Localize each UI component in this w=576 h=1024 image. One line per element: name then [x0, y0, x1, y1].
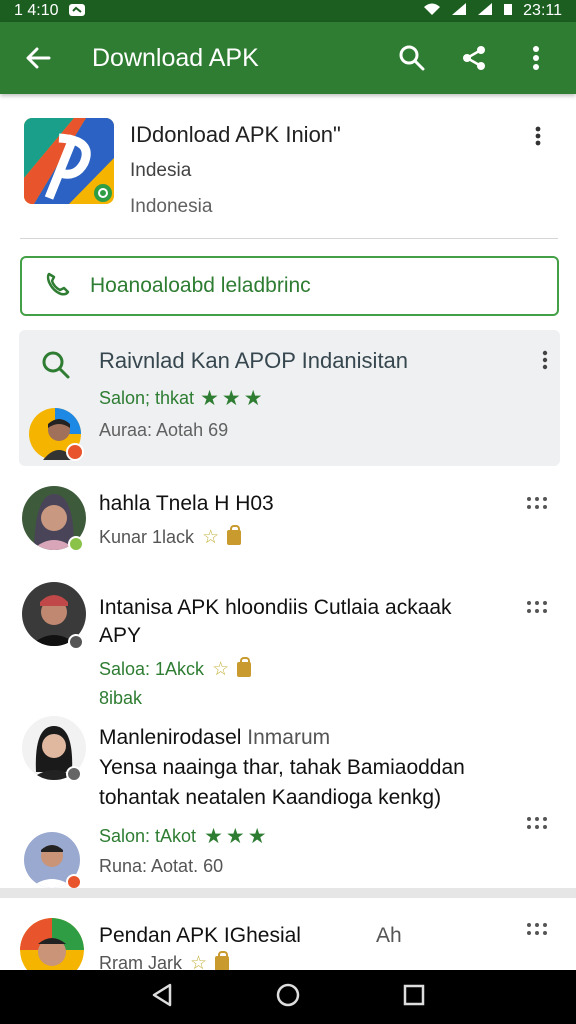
wifi-icon [423, 2, 441, 21]
list-item[interactable]: hahla Tnela H H03 Kunar 1lack ☆ [0, 484, 576, 570]
grid-dots-icon[interactable] [526, 496, 548, 510]
avatar [20, 918, 84, 970]
search-icon [41, 350, 71, 385]
list-item[interactable]: Pendan APK IGhesial Ah Rram Jark ☆ [0, 912, 576, 970]
page-title: Download APK [92, 43, 259, 72]
list-item-rating-label: Saloa: 1Akck [99, 659, 205, 679]
featured-rating: Salon; thkat ★★★ [99, 386, 266, 411]
bag-icon [227, 525, 242, 545]
list-item-title-suffix: Inmarum [247, 726, 331, 749]
grid-dots-icon[interactable] [526, 600, 548, 614]
list-item-title-line2: APY [99, 624, 142, 647]
share-icon[interactable] [450, 34, 498, 82]
list-item-rating: Salon: tAkot ★★★ [99, 824, 270, 849]
nav-back-icon[interactable] [151, 983, 173, 1012]
list-item-meta-text: Rram Jark [99, 953, 183, 970]
search-icon[interactable] [388, 34, 436, 82]
app-subtitle: Indesia [130, 160, 192, 181]
status-bar: 1 4:10 23:11 [0, 0, 576, 22]
system-nav-bar [0, 970, 576, 1024]
signal-icon-2 [477, 2, 493, 21]
avatar [29, 408, 85, 469]
featured-stars: ★★★ [200, 387, 266, 410]
nav-recents-icon[interactable] [403, 984, 425, 1011]
list-item-title: hahla Tnela H H03 [99, 492, 274, 515]
signal-icon [451, 2, 467, 21]
list-item[interactable]: Intanisa APK hloondiis Cutlaia ackaak AP… [0, 578, 576, 708]
search-value: Hoanoaloabd leladbrinc [90, 274, 311, 297]
search-input[interactable]: Hoanoaloabd leladbrinc [20, 256, 559, 316]
status-badge [68, 634, 84, 650]
list-item-desc-1: Yensa naainga thar, tahak Bamiaoddan [99, 756, 465, 779]
list-item-meta: Kunar 1lack ☆ [99, 525, 242, 549]
list-item-meta: Rram Jark ☆ [99, 951, 230, 970]
featured-rating-label: Salon; thkat [99, 388, 195, 408]
list-item[interactable]: Manlenirodasel Inmarum Yensa naainga tha… [0, 710, 576, 890]
star-icon: ☆ [202, 527, 220, 548]
featured-title: Raivnlad Kan APOP Indanisitan [99, 348, 409, 373]
divider [20, 238, 558, 239]
grid-dots-icon[interactable] [526, 816, 548, 830]
status-badge [66, 766, 82, 782]
app-region: Indonesia [130, 196, 213, 217]
bag-icon [215, 951, 230, 970]
star-icon: ☆ [190, 953, 208, 970]
list-item-side-text: Ah [376, 924, 402, 947]
list-item-author: Runa: Aotat. 60 [99, 856, 224, 876]
more-vert-icon[interactable] [512, 34, 560, 82]
list-item-title: Intanisa APK hloondiis Cutlaia ackaak [99, 596, 452, 619]
bag-icon [237, 657, 252, 677]
phone-icon [44, 270, 72, 303]
status-badge [68, 536, 84, 552]
list-item-title-text: Manlenirodasel [99, 726, 242, 749]
list-item-rating: Saloa: 1Akck ☆ [99, 657, 252, 681]
featured-author: Auraa: Aotah 69 [99, 420, 229, 440]
content: IDdonload APK Inion" Indesia Indonesia H… [0, 94, 576, 970]
list-item-stars: ★★★ [204, 825, 270, 848]
app-more-icon[interactable] [526, 124, 550, 148]
status-time-right: 23:11 [523, 2, 562, 19]
list-item-meta-text: Kunar 1lack [99, 527, 195, 547]
app-name: IDdonload APK Inion" [130, 122, 341, 147]
list-item-rating-label: Salon: tAkot [99, 826, 197, 846]
list-item-extra: 8ibak [99, 688, 143, 708]
grid-dots-icon[interactable] [526, 922, 548, 936]
featured-more-icon[interactable] [542, 350, 548, 375]
star-icon: ☆ [212, 659, 230, 680]
notification-icon [68, 3, 86, 19]
app-bar: Download APK [0, 22, 576, 94]
featured-card[interactable]: Raivnlad Kan APOP Indanisitan Salon; thk… [19, 330, 560, 466]
section-divider [0, 888, 576, 898]
battery-icon [503, 2, 513, 21]
list-item-title: Pendan APK IGhesial [99, 924, 301, 947]
list-item-desc-2: tohantak neatalen Kaandioga kenkg) [99, 786, 442, 809]
app-header: IDdonload APK Inion" Indesia Indonesia [0, 94, 576, 240]
status-time-left: 1 4:10 [14, 2, 59, 19]
app-logo [24, 118, 114, 204]
nav-home-icon[interactable] [276, 983, 300, 1012]
list-item-title: Manlenirodasel Inmarum [99, 726, 330, 750]
back-arrow-icon[interactable] [16, 36, 60, 80]
